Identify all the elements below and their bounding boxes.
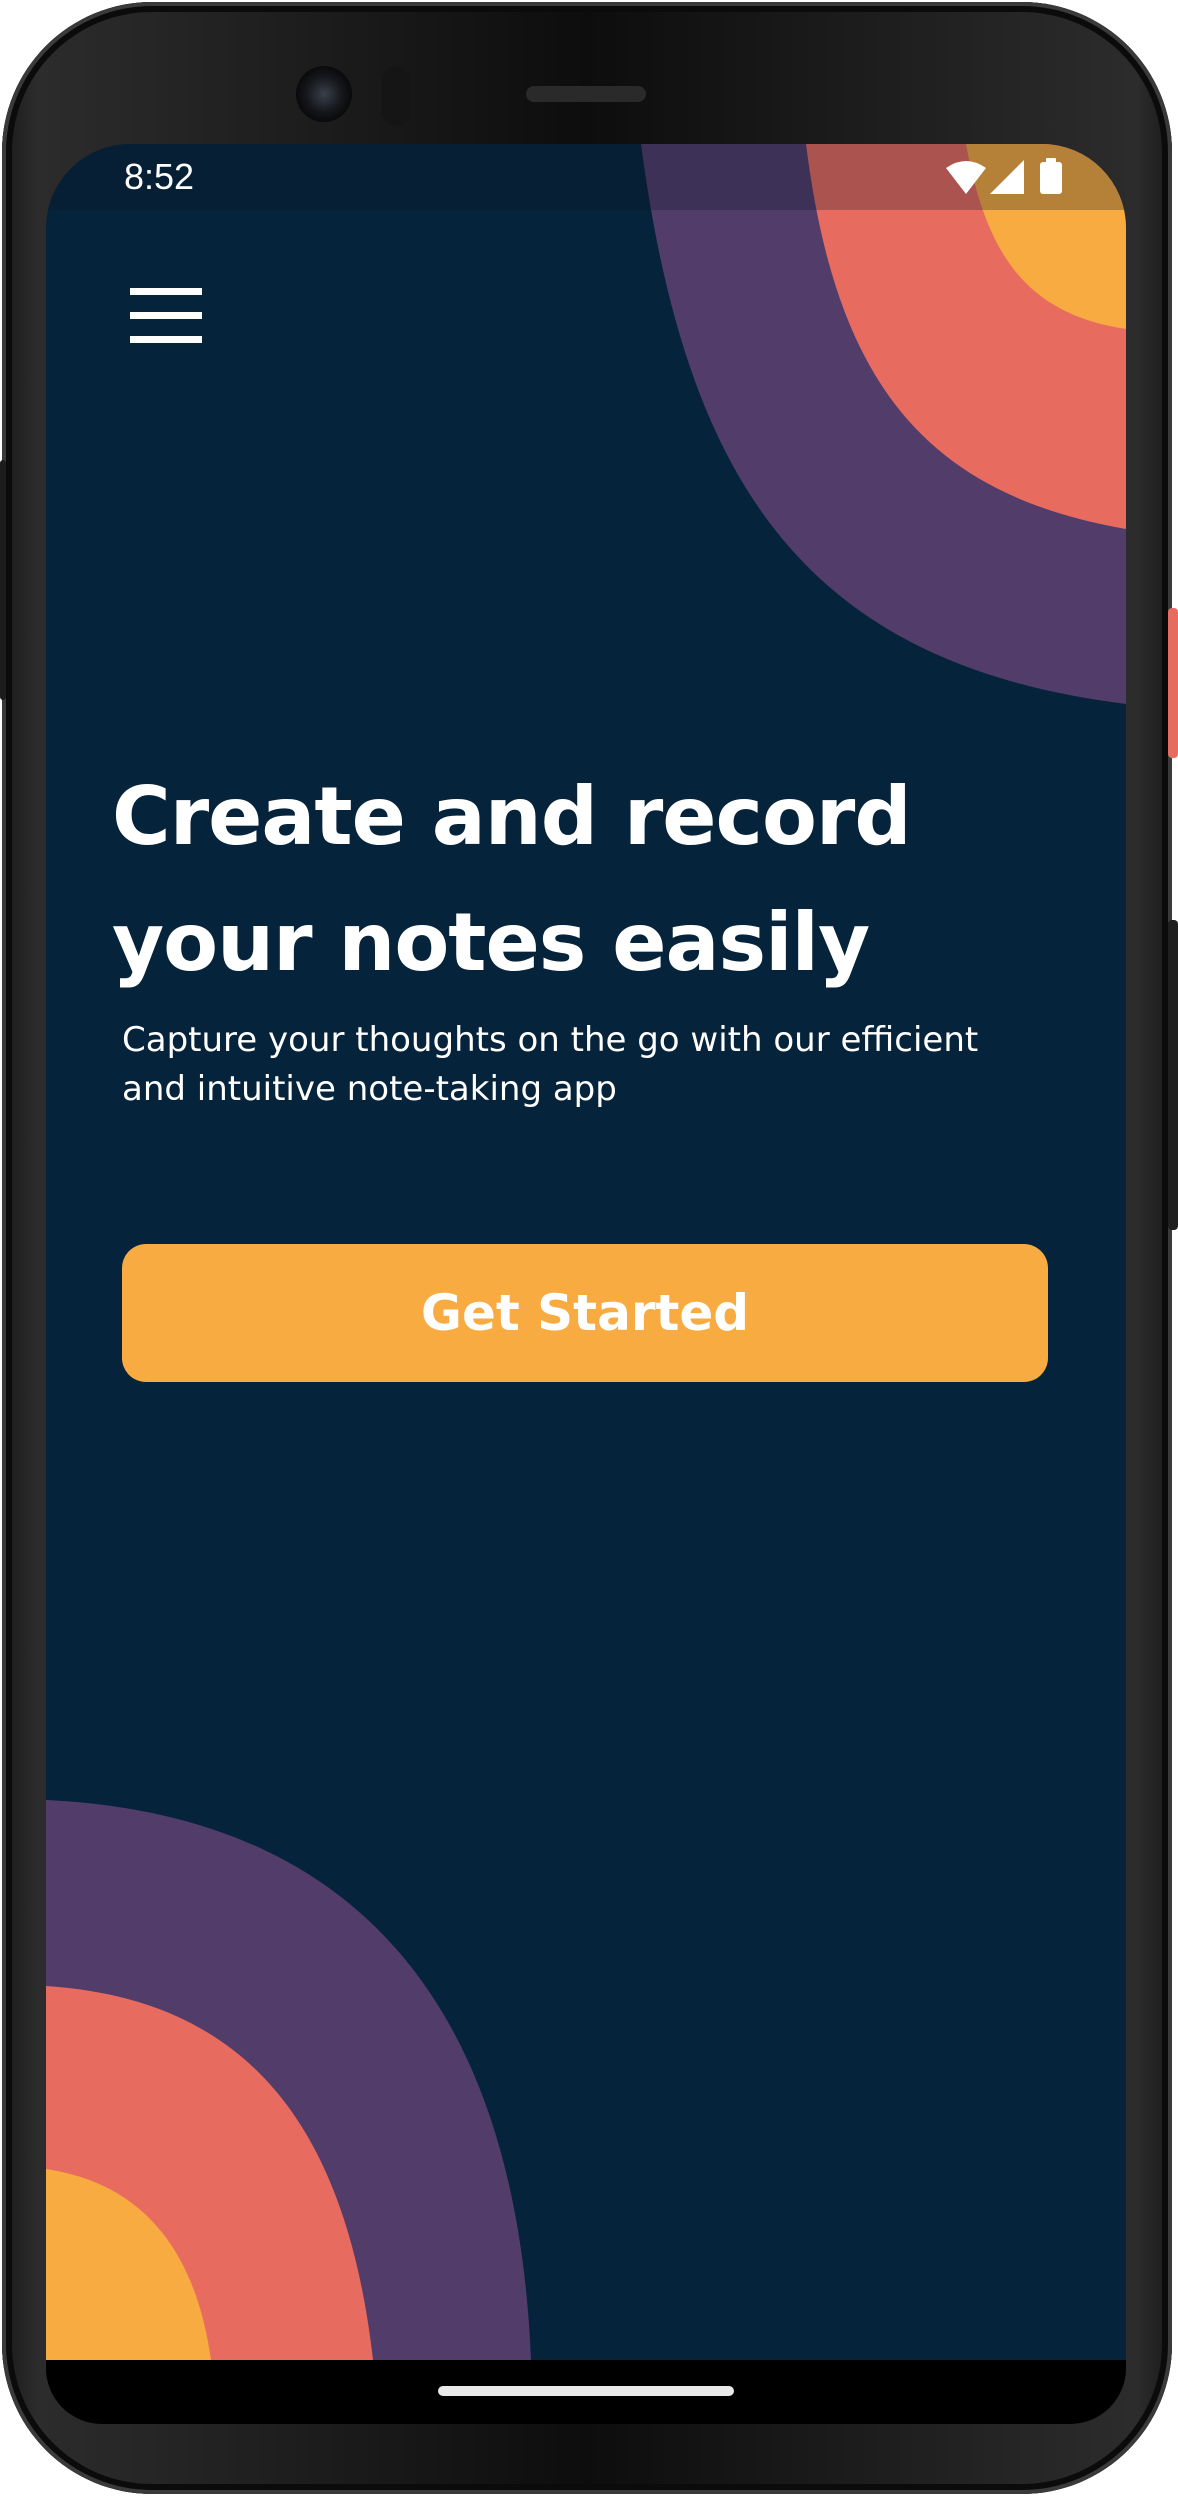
wifi-icon: [946, 161, 986, 194]
home-gesture-handle[interactable]: [438, 2386, 734, 2396]
menu-line-middle: [130, 312, 202, 319]
subtitle-line-1: Capture your thoughts on the go with our…: [122, 1020, 979, 1060]
page-title: Create and record your notes easily: [112, 754, 1072, 1006]
menu-line-top: [130, 288, 202, 295]
app-screen: 8:52 Create and record your notes easily…: [46, 144, 1126, 2424]
status-time: 8:52: [124, 156, 195, 197]
page-subtitle: Capture your thoughts on the go with our…: [122, 1016, 1052, 1114]
headline-line-1: Create and record: [112, 770, 912, 863]
phone-left-edge: [0, 460, 6, 700]
headline-line-2: your notes easily: [112, 896, 870, 989]
hamburger-menu-icon[interactable]: [122, 284, 202, 354]
subtitle-line-2: and intuitive note-taking app: [122, 1069, 617, 1109]
status-bar: 8:52: [46, 144, 1126, 210]
bottom-left-arcs: [46, 1800, 531, 2360]
battery-icon: [1040, 158, 1062, 194]
volume-button: [1168, 920, 1178, 1230]
proximity-sensor: [382, 66, 410, 126]
get-started-button[interactable]: Get Started: [122, 1244, 1048, 1382]
top-right-arcs: [641, 144, 1126, 704]
earpiece-speaker: [526, 86, 646, 102]
menu-line-bottom: [130, 336, 202, 343]
status-icons: [946, 158, 1062, 194]
power-button: [1168, 608, 1178, 758]
cellular-signal-icon: [990, 160, 1024, 194]
system-navigation-bar: [46, 2360, 1126, 2424]
front-camera: [296, 66, 352, 122]
